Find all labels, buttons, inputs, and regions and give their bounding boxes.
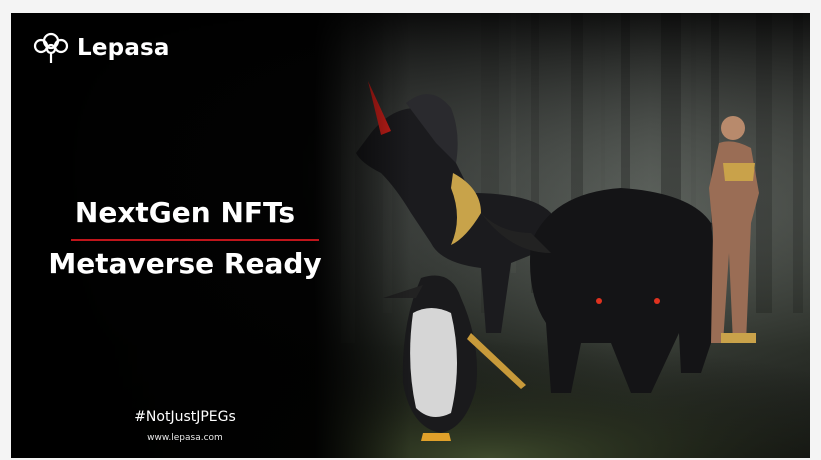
promo-banner: Lepasa NextGen NFTs Metaverse Ready #Not… [11, 13, 810, 458]
red-divider [71, 239, 319, 241]
headline-line-2: Metaverse Ready [48, 247, 322, 280]
headline-line-1: NextGen NFTs [74, 196, 296, 229]
forest-scene-artwork [11, 13, 810, 458]
brand-name: Lepasa [77, 35, 170, 61]
brand-logo[interactable]: Lepasa [31, 31, 170, 65]
page-frame: Lepasa NextGen NFTs Metaverse Ready #Not… [0, 0, 821, 460]
hashtag-text: #NotJustJPEGs [134, 409, 236, 425]
tree-logo-icon [33, 32, 69, 63]
website-link[interactable]: www.lepasa.com [35, 433, 335, 443]
